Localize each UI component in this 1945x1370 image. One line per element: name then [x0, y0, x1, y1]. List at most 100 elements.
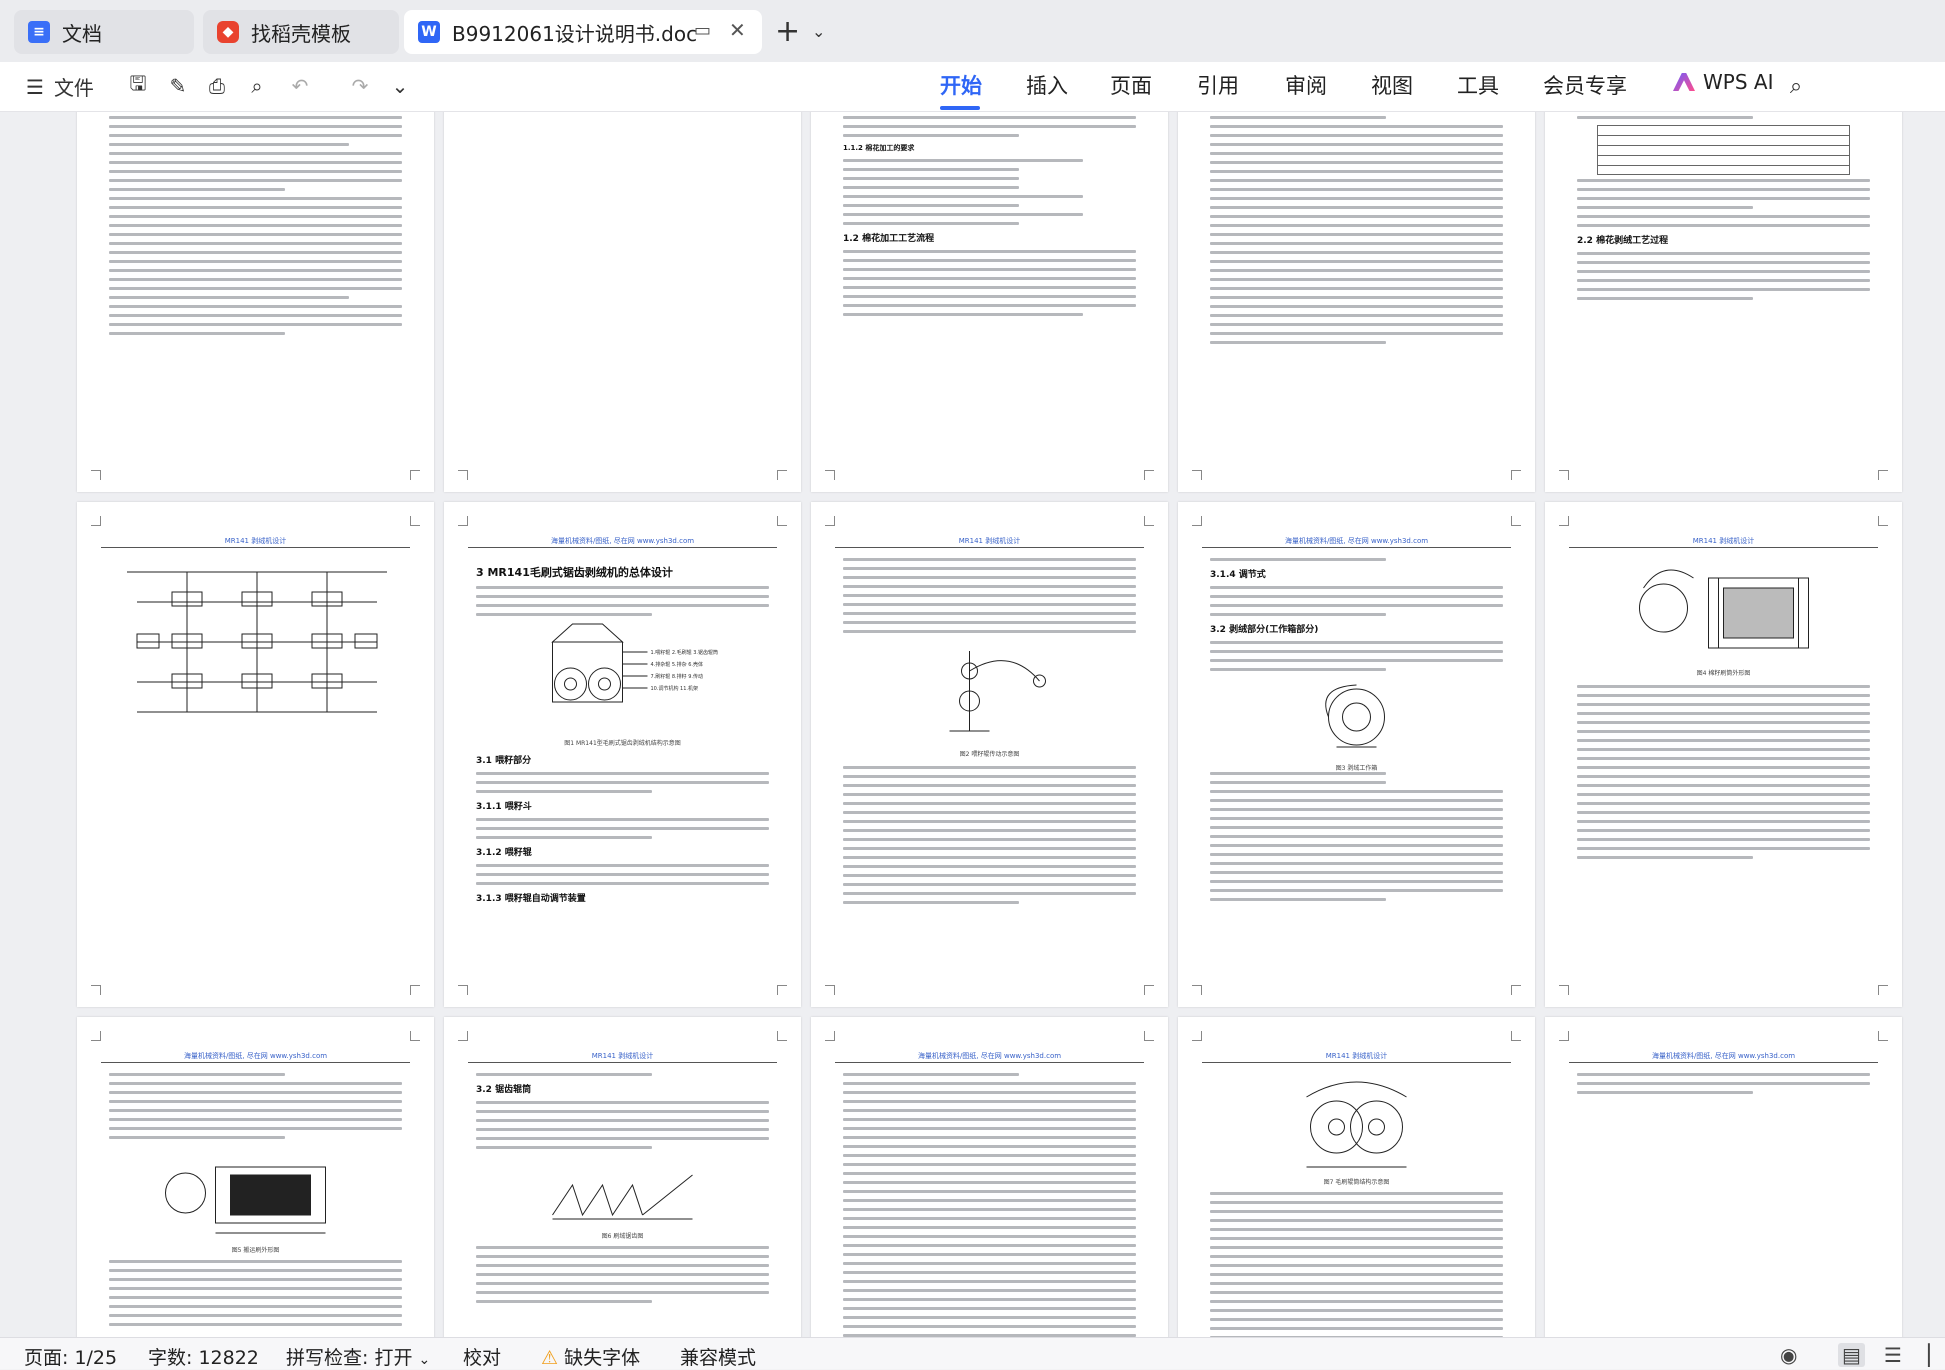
- wps-ai-label: WPS AI: [1703, 70, 1774, 94]
- page-thumbnail[interactable]: MR141 剥绒机设计 图2 喂籽辊传动示意图: [811, 502, 1168, 1007]
- data-table-figure: [1597, 125, 1850, 175]
- missing-font-button[interactable]: ⚠ 缺失字体: [541, 1343, 640, 1370]
- page-thumbnail[interactable]: 2.2 棉花剥绒工艺过程: [1545, 112, 1902, 492]
- wps-ai-logo-icon: [1673, 73, 1695, 91]
- page-indicator[interactable]: 页面: 1/25: [24, 1343, 117, 1370]
- chevron-down-icon: ⌄: [418, 1352, 431, 1368]
- tab-current-document[interactable]: W B9912061设计说明书.doc ▭ ✕: [404, 10, 762, 54]
- web-view-icon[interactable]: ▏: [1928, 1343, 1943, 1367]
- page-thumbnail[interactable]: MR141 剥绒机设计 图7 毛刷辊筒结构示意图: [1178, 1017, 1535, 1337]
- section-heading: 3.1.4 调节式: [1210, 570, 1266, 580]
- search-icon[interactable]: ⌕: [1782, 72, 1810, 100]
- tab-label: 文档: [62, 21, 102, 46]
- menu-view[interactable]: 视图: [1371, 70, 1413, 100]
- seed-brush-figure: [1607, 558, 1840, 668]
- format-painter-icon[interactable]: ✎: [164, 72, 192, 100]
- page-thumbnail[interactable]: MR141 剥绒机设计 图4 棉籽刷筒外形图: [1545, 502, 1902, 1007]
- machine-structure-figure: 1.喂籽辊 2.毛刷辊 3.锯齿辊筒 4.排杂辊 5.排杂 6.壳体 7.刷籽辊…: [516, 622, 729, 734]
- svg-text:10.调节机构 11.机架: 10.调节机构 11.机架: [651, 685, 699, 692]
- svg-text:4.排杂辊 5.排杂 6.壳体: 4.排杂辊 5.排杂 6.壳体: [651, 661, 704, 668]
- menu-tools[interactable]: 工具: [1457, 70, 1499, 100]
- word-count[interactable]: 字数: 12822: [148, 1343, 259, 1370]
- section-heading: 1.2 棉花加工工艺流程: [843, 234, 935, 244]
- process-flow-diagram: [117, 562, 397, 732]
- tab-label: B9912061设计说明书.doc: [452, 21, 698, 46]
- menu-member[interactable]: 会员专享: [1543, 70, 1627, 100]
- warning-icon: ⚠: [541, 1347, 559, 1369]
- section-heading: 3.1.2 喂籽辊: [476, 848, 532, 858]
- page-thumbnail[interactable]: 海量机械资料/图纸, 尽在网 www.ysh3d.com 3 MR141毛刷式锯…: [444, 502, 801, 1007]
- hamburger-icon: ☰: [26, 74, 44, 99]
- eye-protection-icon[interactable]: ◉: [1780, 1343, 1797, 1367]
- menu-home[interactable]: 开始: [940, 70, 982, 100]
- word-doc-icon: W: [418, 21, 440, 43]
- saw-tooth-figure: [536, 1155, 709, 1225]
- feed-drive-figure: [903, 641, 1076, 741]
- ribbon-toolbar: ☰ 文件 🖫 ✎ ⎙ ⌕ ↶ ↷ ⌄ 开始 插入 页面 引用 审阅 视图 工具 …: [0, 62, 1945, 112]
- document-canvas[interactable]: 1.1.2 棉花加工的要求 1.2 棉花加工工艺流程 2.2 棉花剥绒工艺过程 …: [0, 112, 1945, 1337]
- page-thumbnail[interactable]: 海量机械资料/图纸, 尽在网 www.ysh3d.com: [1545, 1017, 1902, 1337]
- figure-caption: 图4 棉籽刷筒外形图: [1696, 670, 1751, 677]
- menu-page[interactable]: 页面: [1110, 70, 1152, 100]
- tab-label: 找稻壳模板: [251, 21, 351, 46]
- outline-view-icon[interactable]: ☰: [1884, 1343, 1902, 1367]
- print-preview-icon[interactable]: ⌕: [243, 72, 271, 100]
- section-heading: 3.2 剥绒部分(工作箱部分): [1210, 625, 1319, 635]
- redo-icon[interactable]: ↷: [346, 72, 374, 100]
- print-icon[interactable]: ⎙: [203, 72, 231, 100]
- tab-docer-templates[interactable]: ◆ 找稻壳模板: [203, 10, 399, 54]
- delinting-box-figure: [1300, 677, 1413, 757]
- monitor-icon[interactable]: ▭: [694, 20, 711, 41]
- spellcheck-toggle[interactable]: 拼写检查: 打开 ⌄: [286, 1343, 430, 1370]
- section-heading: 2.2 棉花剥绒工艺过程: [1577, 236, 1669, 246]
- status-bar: 页面: 1/25 字数: 12822 拼写检查: 打开 ⌄ 校对 ⚠ 缺失字体 …: [0, 1337, 1945, 1369]
- spellcheck-label: 拼写检查: 打开: [286, 1347, 413, 1369]
- save-icon[interactable]: 🖫: [124, 71, 152, 100]
- menu-review[interactable]: 审阅: [1285, 70, 1327, 100]
- chapter-title: 3 MR141毛刷式锯齿剥绒机的总体设计: [476, 566, 673, 579]
- page-thumbnail[interactable]: [77, 112, 434, 492]
- compat-mode-label: 兼容模式: [680, 1347, 757, 1369]
- active-menu-indicator: [940, 106, 980, 110]
- page-thumbnail[interactable]: 海量机械资料/图纸, 尽在网 www.ysh3d.com 3.1.4 调节式 3…: [1178, 502, 1535, 1007]
- svg-text:1.喂籽辊 2.毛刷辊 3.锯齿辊筒: 1.喂籽辊 2.毛刷辊 3.锯齿辊筒: [651, 649, 719, 656]
- new-tab-icon[interactable]: +: [775, 14, 800, 49]
- file-menu[interactable]: ☰ 文件: [26, 72, 94, 101]
- page-thumbnail[interactable]: [444, 112, 801, 492]
- tab-documents[interactable]: ≡ 文档: [14, 10, 194, 54]
- wps-ai-button[interactable]: WPS AI: [1673, 70, 1773, 94]
- brush-drum-figure: [1260, 1067, 1453, 1177]
- transport-brush-figure: [149, 1145, 362, 1241]
- page-header-text: 海量机械资料/图纸, 尽在网 www.ysh3d.com: [550, 537, 695, 545]
- figure-caption: 图6 刷绒锯齿图: [601, 1233, 644, 1240]
- page-thumbnail[interactable]: 海量机械资料/图纸, 尽在网 www.ysh3d.com: [811, 1017, 1168, 1337]
- page-view-icon[interactable]: ▤: [1838, 1343, 1865, 1367]
- docer-template-icon: ◆: [217, 21, 239, 43]
- chevron-down-icon[interactable]: ⌄: [812, 22, 825, 41]
- close-icon[interactable]: ✕: [729, 18, 746, 42]
- figure-caption: 图5 搬运刷外形图: [231, 1247, 280, 1254]
- figure-caption: 图7 毛刷辊筒结构示意图: [1323, 1179, 1390, 1186]
- page-thumbnail[interactable]: [1178, 112, 1535, 492]
- page-thumbnail[interactable]: MR141 剥绒机设计: [77, 502, 434, 1007]
- svg-text:7.刷籽辊 8.排籽 9.传动: 7.刷籽辊 8.排籽 9.传动: [651, 673, 704, 680]
- figure-caption: 图3 剥绒工作箱: [1335, 765, 1378, 772]
- section-heading: 3.2 锯齿辊筒: [476, 1085, 532, 1095]
- figure-caption: 图1 MR141型毛刷式锯齿剥绒机结构示意图: [564, 740, 681, 747]
- page-thumbnail[interactable]: 1.1.2 棉花加工的要求 1.2 棉花加工工艺流程: [811, 112, 1168, 492]
- file-label: 文件: [53, 76, 94, 100]
- page-thumbnail[interactable]: 海量机械资料/图纸, 尽在网 www.ysh3d.com 图5 搬运刷外形图: [77, 1017, 434, 1337]
- section-heading: 3.1 喂籽部分: [476, 756, 532, 766]
- proofread-button[interactable]: 校对: [463, 1343, 501, 1370]
- undo-icon[interactable]: ↶: [286, 72, 314, 100]
- docs-icon: ≡: [28, 21, 50, 43]
- figure-caption: 图2 喂籽辊传动示意图: [959, 751, 1020, 758]
- section-heading: 3.1.3 喂籽辊自动调节装置: [476, 894, 586, 904]
- menu-insert[interactable]: 插入: [1026, 70, 1068, 100]
- section-heading: 3.1.1 喂籽斗: [476, 802, 532, 812]
- missing-font-label: 缺失字体: [564, 1347, 641, 1369]
- page-thumbnail[interactable]: MR141 剥绒机设计 3.2 锯齿辊筒 图6 刷绒锯齿图: [444, 1017, 801, 1337]
- more-chevron-icon[interactable]: ⌄: [386, 72, 414, 100]
- menu-references[interactable]: 引用: [1197, 70, 1239, 100]
- tab-bar: ≡ 文档 ◆ 找稻壳模板 W B9912061设计说明书.doc ▭ ✕ + ⌄: [0, 0, 1945, 62]
